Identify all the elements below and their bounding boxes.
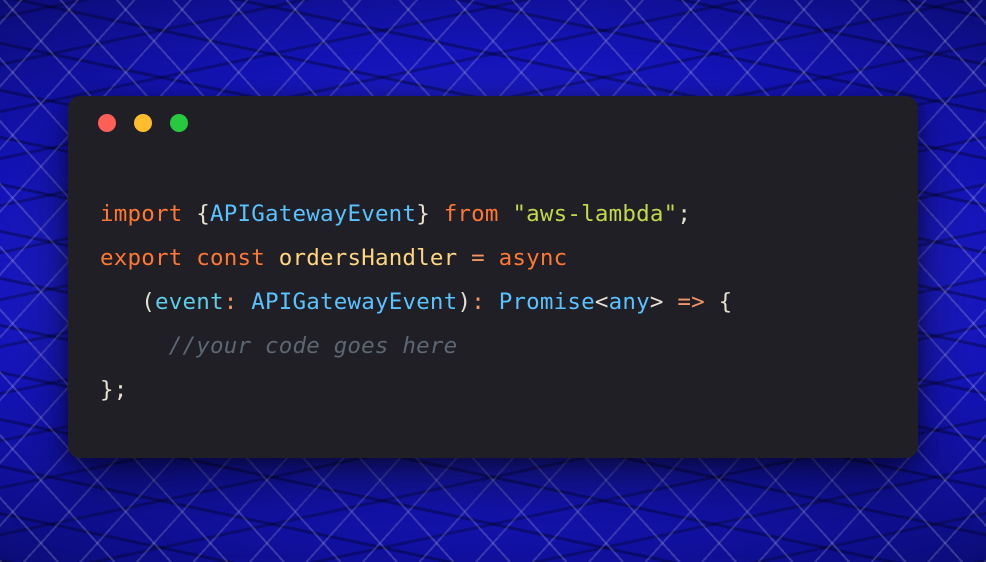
colon: :: [224, 289, 238, 315]
paren: ): [457, 289, 471, 315]
zoom-icon[interactable]: [170, 114, 188, 132]
keyword-export: export: [100, 245, 182, 271]
colon: :: [471, 289, 485, 315]
angle: <: [595, 289, 609, 315]
brace: {: [719, 289, 733, 315]
param-name: event: [155, 289, 224, 315]
keyword-from: from: [444, 201, 499, 227]
equals: =: [471, 245, 485, 271]
code-block: import {APIGatewayEvent} from "aws-lambd…: [68, 150, 918, 412]
type-name: Promise: [499, 289, 595, 315]
minimize-icon[interactable]: [134, 114, 152, 132]
type-name: APIGatewayEvent: [251, 289, 457, 315]
brace: }: [416, 201, 430, 227]
string-literal: "aws-lambda": [512, 201, 677, 227]
function-name: ordersHandler: [279, 245, 458, 271]
type-name: APIGatewayEvent: [210, 201, 416, 227]
angle: >: [650, 289, 664, 315]
keyword-const: const: [196, 245, 265, 271]
comment: //your code goes here: [169, 333, 458, 359]
semicolon: ;: [114, 377, 128, 403]
brace: }: [100, 377, 114, 403]
keyword-import: import: [100, 201, 182, 227]
brace: {: [196, 201, 210, 227]
window-titlebar: [68, 96, 918, 150]
type-name: any: [609, 289, 650, 315]
arrow: =>: [677, 289, 705, 315]
paren: (: [141, 289, 155, 315]
keyword-async: async: [499, 245, 568, 271]
close-icon[interactable]: [98, 114, 116, 132]
semicolon: ;: [677, 201, 691, 227]
code-window: import {APIGatewayEvent} from "aws-lambd…: [68, 96, 918, 458]
